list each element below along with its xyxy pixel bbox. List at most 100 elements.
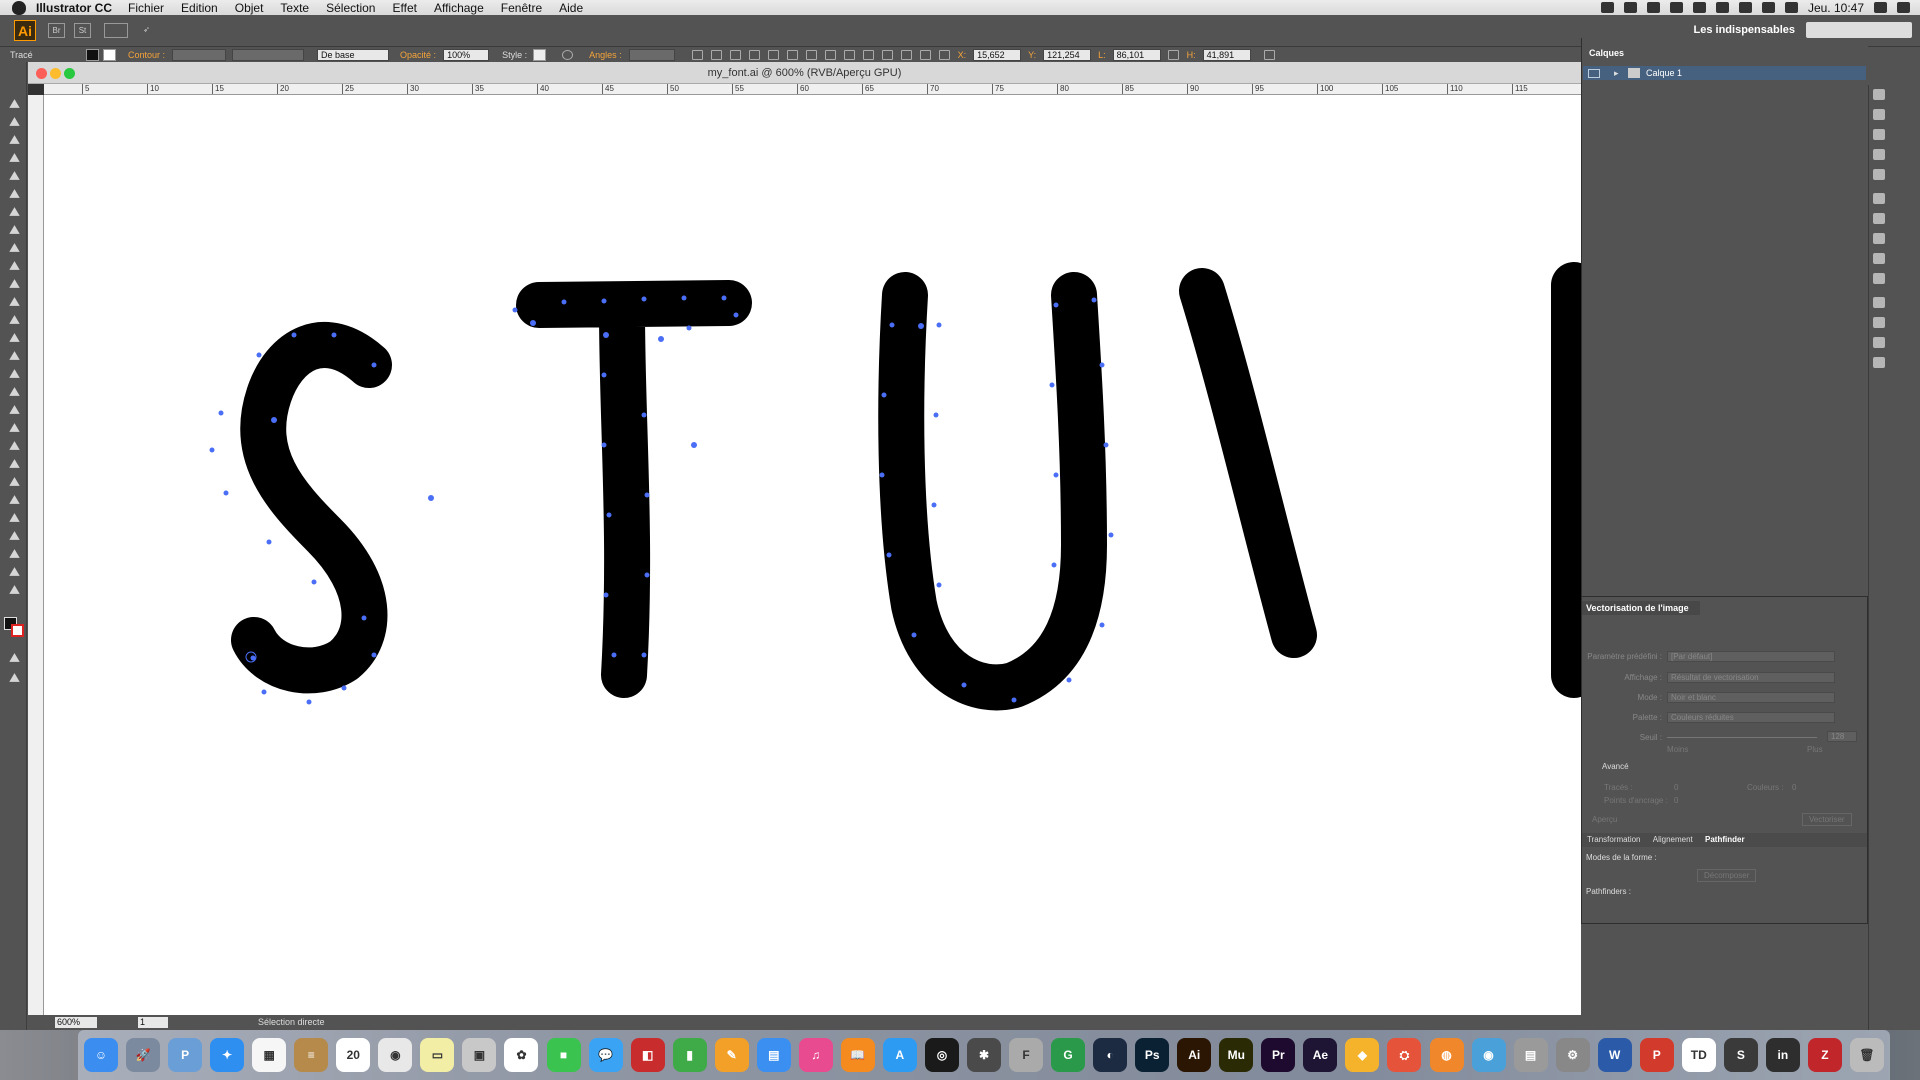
glyph-T[interactable] (516, 280, 752, 698)
menu-fichier[interactable]: Fichier (128, 1, 164, 15)
mode-select[interactable]: Noir et blanc (1667, 692, 1835, 703)
menu-texte[interactable]: Texte (280, 1, 309, 15)
dock-app-app-store[interactable]: A (882, 1038, 917, 1072)
wifi-icon[interactable] (1784, 2, 1798, 13)
zoom-icon[interactable] (8, 584, 21, 595)
dock-app-sketch[interactable]: ✱ (966, 1038, 1001, 1072)
gradient-icon[interactable] (8, 440, 21, 451)
color-panel-icon[interactable] (1873, 89, 1885, 100)
appearance-icon[interactable] (1873, 253, 1885, 264)
line-tool-icon[interactable] (8, 224, 21, 235)
dock-app-after-effects[interactable]: Ae (1303, 1038, 1338, 1072)
dock-app-filezilla[interactable]: Z (1807, 1038, 1842, 1072)
glyph-U[interactable] (878, 272, 1107, 711)
distribute-left-icon[interactable] (881, 49, 893, 60)
expand-button[interactable]: Décomposer (1697, 869, 1757, 882)
threshold-field[interactable]: 128 (1827, 731, 1857, 742)
pencil-icon[interactable] (8, 278, 21, 289)
column-graph-icon[interactable] (8, 512, 21, 523)
menu-effet[interactable]: Effet (392, 1, 416, 15)
dock-app-trash[interactable]: 🗑 (1849, 1038, 1884, 1072)
visibility-eye-icon[interactable] (1588, 68, 1600, 78)
dock-app-keynote[interactable]: ▤ (756, 1038, 791, 1072)
warp-icon[interactable] (8, 350, 21, 361)
align-right-icon[interactable] (748, 49, 760, 60)
layer-row[interactable]: ▸ Calque 1 (1583, 66, 1866, 80)
align-middle-icon[interactable] (786, 49, 798, 60)
dock-app-blender[interactable]: ◍ (1429, 1038, 1464, 1072)
tab-alignement[interactable]: Alignement (1653, 835, 1693, 844)
dock-app-toolbox[interactable]: ⛭ (1387, 1038, 1422, 1072)
stroke-panel-icon[interactable] (1873, 193, 1885, 204)
hand-icon[interactable] (8, 566, 21, 577)
gpu-performance-icon[interactable]: ➶ (138, 23, 155, 38)
width-field[interactable]: 86,101 mm (1112, 48, 1161, 70)
status-icon[interactable] (1692, 2, 1706, 13)
dock-app-premiere[interactable]: Pr (1261, 1038, 1296, 1072)
bridge-button[interactable]: Br (48, 23, 65, 38)
blend-icon[interactable] (8, 476, 21, 487)
graphic-styles-icon[interactable] (1873, 273, 1885, 284)
symbol-sprayer-icon[interactable] (8, 494, 21, 505)
dock-app-muse[interactable]: Mu (1219, 1038, 1254, 1072)
notification-center-icon[interactable] (1897, 2, 1910, 13)
artwork[interactable] (44, 95, 1581, 1015)
status-icon[interactable] (1761, 2, 1775, 13)
dock-app-numbers[interactable]: ▮ (672, 1038, 707, 1072)
brush-field[interactable]: De base (317, 48, 390, 61)
mesh-icon[interactable] (8, 422, 21, 433)
stroke-label[interactable]: Contour : (128, 50, 165, 60)
fill-swatch[interactable] (86, 48, 99, 61)
status-icon[interactable] (1669, 2, 1683, 13)
dock-app-launchpad[interactable]: 🚀 (126, 1038, 161, 1072)
artboard-number-field[interactable]: 1 (138, 1017, 168, 1028)
dock-app-illustrator[interactable]: Ai (1177, 1038, 1212, 1072)
stroke-swatch[interactable] (103, 48, 116, 61)
dock-app-invision[interactable]: in (1765, 1038, 1800, 1072)
variable-width-field[interactable] (232, 48, 305, 61)
dock-app-calendar[interactable]: 20 (336, 1038, 371, 1072)
dock-app-sketch-app[interactable]: ◆ (1345, 1038, 1380, 1072)
zoom-window-icon[interactable] (64, 68, 75, 79)
dock-app-photoshop[interactable]: Ps (1135, 1038, 1170, 1072)
eraser-icon[interactable] (8, 296, 21, 307)
perspective-grid-icon[interactable] (8, 404, 21, 415)
distribute-middle-icon[interactable] (843, 49, 855, 60)
menu-aide[interactable]: Aide (559, 1, 583, 15)
free-transform-icon[interactable] (8, 368, 21, 379)
clock[interactable]: Jeu. 10:47 (1808, 1, 1864, 15)
threshold-slider[interactable] (1667, 737, 1817, 738)
dock-app-pages[interactable]: ✎ (714, 1038, 749, 1072)
dock-app-td[interactable]: TD (1681, 1038, 1716, 1072)
glyph-S[interactable] (231, 322, 392, 694)
recolor-icon[interactable] (562, 49, 574, 60)
artboard-canvas[interactable] (44, 95, 1581, 1015)
stroke-weight-field[interactable] (172, 48, 227, 61)
glyph-V[interactable] (1179, 268, 1317, 658)
dock-app-safari[interactable]: ✦ (210, 1038, 245, 1072)
character-icon[interactable] (1873, 317, 1885, 328)
dock-app-grammarly[interactable]: G (1051, 1038, 1086, 1072)
align-bottom-icon[interactable] (805, 49, 817, 60)
brushes-icon[interactable] (1873, 149, 1885, 160)
scale-icon[interactable] (8, 332, 21, 343)
tab-pathfinder[interactable]: Pathfinder (1705, 835, 1745, 844)
advanced-toggle[interactable]: Avancé (1602, 762, 1629, 771)
shape-builder-icon[interactable] (8, 386, 21, 397)
gradient-panel-icon[interactable] (1873, 213, 1885, 224)
selection-tool-icon[interactable] (8, 98, 21, 109)
vertical-ruler[interactable] (28, 95, 44, 1015)
dock-app-stickies[interactable]: ▭ (420, 1038, 455, 1072)
dock-app-sublime[interactable]: S (1723, 1038, 1758, 1072)
dock-app-printer[interactable]: ▤ (1513, 1038, 1548, 1072)
status-icon[interactable] (1623, 2, 1637, 13)
dock-app-system-preferences[interactable]: ⚙ (1555, 1038, 1590, 1072)
swatches-icon[interactable] (1873, 129, 1885, 140)
status-icon[interactable] (1738, 2, 1752, 13)
dock-app-image[interactable]: ▣ (462, 1038, 497, 1072)
style-swatch[interactable] (533, 48, 547, 61)
paragraph-icon[interactable] (1873, 337, 1885, 348)
direct-selection-tool-icon[interactable] (8, 116, 21, 127)
opacity-label[interactable]: Opacité : (400, 50, 436, 60)
expand-triangle-icon[interactable]: ▸ (1614, 68, 1622, 79)
